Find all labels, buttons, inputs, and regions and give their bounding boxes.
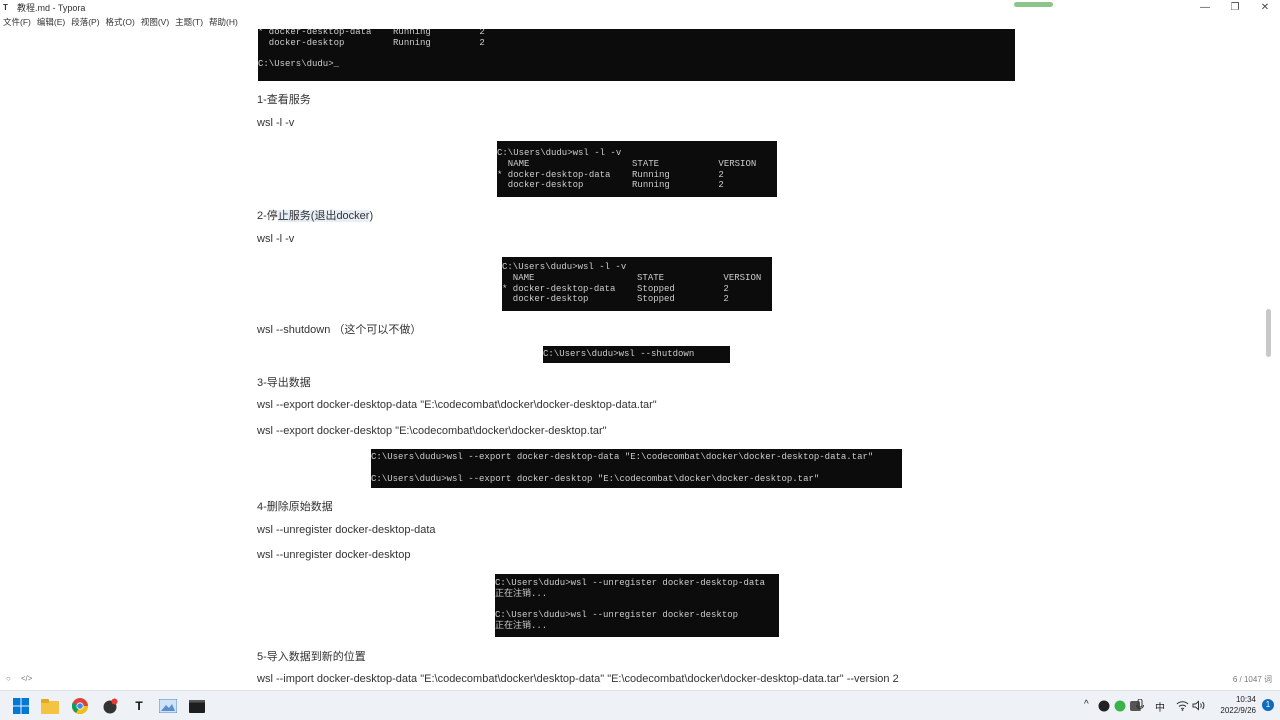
terminal-screenshot-list-stopped: C:\Users\dudu>wsl -l -v NAME STATE VERSI…: [502, 257, 772, 311]
terminal-screenshot-export: C:\Users\dudu>wsl --export docker-deskto…: [371, 449, 902, 488]
command-export-desktop: wsl --export docker-desktop "E:\codecomb…: [257, 425, 607, 437]
menu-file[interactable]: 文件(F): [0, 15, 34, 29]
microphone-icon[interactable]: [1136, 698, 1144, 715]
heading-stop-suffix: ): [369, 210, 374, 222]
tray-wechat-icon[interactable]: [1114, 700, 1126, 715]
menu-help[interactable]: 帮助(H): [206, 15, 241, 29]
close-button[interactable]: ✕: [1250, 0, 1280, 15]
photos-icon[interactable]: [158, 696, 178, 716]
window-title: 教程.md - Typora: [17, 3, 86, 13]
volume-icon[interactable]: [1192, 700, 1205, 714]
editor-document[interactable]: * docker-desktop-data Running 2 docker-d…: [0, 29, 1272, 687]
app-icon[interactable]: [100, 696, 120, 716]
title-progress-indicator: [1014, 2, 1053, 7]
terminal-icon[interactable]: [187, 696, 207, 716]
menu-bar: 文件(F) 编辑(E) 段落(P) 格式(O) 视图(V) 主题(T) 帮助(H…: [0, 15, 241, 29]
menu-theme[interactable]: 主题(T): [172, 15, 206, 29]
wifi-icon[interactable]: [1176, 700, 1189, 714]
file-explorer-icon[interactable]: [40, 696, 60, 716]
title-bar: T 教程.md - Typora — ❐ ✕: [0, 0, 1280, 15]
typora-app-icon: T: [3, 3, 8, 12]
clock-time: 10:34: [1235, 695, 1256, 704]
menu-edit[interactable]: 编辑(E): [34, 15, 68, 29]
menu-view[interactable]: 视图(V): [138, 15, 172, 29]
command-list-2: wsl -l -v: [257, 233, 295, 245]
vertical-scrollbar[interactable]: [1266, 309, 1271, 357]
typora-icon[interactable]: T: [129, 696, 149, 716]
sidebar-toggle-icon[interactable]: ○: [6, 674, 11, 683]
menu-format[interactable]: 格式(O): [103, 15, 138, 29]
terminal-screenshot-shutdown: C:\Users\dudu>wsl --shutdown: [543, 346, 730, 363]
command-unregister-desktop: wsl --unregister docker-desktop: [257, 549, 411, 561]
terminal-screenshot-unregister: C:\Users\dudu>wsl --unregister docker-de…: [495, 574, 779, 637]
command-export-data: wsl --export docker-desktop-data "E:\cod…: [257, 399, 657, 411]
system-clock[interactable]: 10:34 2022/9/26: [1220, 694, 1256, 716]
restore-button[interactable]: ❐: [1220, 0, 1250, 15]
terminal-screenshot-status: * docker-desktop-data Running 2 docker-d…: [258, 29, 1015, 81]
source-mode-icon[interactable]: </>: [21, 674, 33, 683]
terminal-screenshot-list-running: C:\Users\dudu>wsl -l -v NAME STATE VERSI…: [497, 141, 777, 197]
heading-delete-data: 4-删除原始数据: [257, 501, 333, 513]
chrome-icon[interactable]: [70, 696, 90, 716]
minimize-button[interactable]: —: [1190, 0, 1220, 15]
heading-import-data: 5-导入数据到新的位置: [257, 651, 366, 663]
heading-export-data: 3-导出数据: [257, 377, 311, 389]
heading-check-service: 1-查看服务: [257, 94, 311, 106]
heading-stop-service: 2-停止服务(退出docker): [257, 207, 373, 223]
ime-indicator[interactable]: 中: [1155, 699, 1165, 714]
menu-paragraph[interactable]: 段落(P): [68, 15, 102, 29]
notification-badge[interactable]: 1: [1262, 699, 1274, 711]
heading-stop-prefix: 2-停: [257, 210, 278, 222]
command-shutdown: wsl --shutdown （这个可以不做）: [257, 324, 422, 336]
clock-date: 2022/9/26: [1220, 706, 1256, 715]
taskbar: T ^ 中 10:34 2022/9/26 1: [0, 690, 1280, 720]
windows-start-icon[interactable]: [11, 696, 31, 716]
status-bar: ○ </> 6 / 1047 词: [0, 672, 1280, 687]
highlighted-text: 止服务(退出docker: [277, 210, 370, 222]
command-unregister-data: wsl --unregister docker-desktop-data: [257, 524, 436, 536]
tray-app-icon[interactable]: [1098, 700, 1110, 715]
tray-overflow-chevron-icon[interactable]: ^: [1084, 699, 1089, 710]
command-list-1: wsl -l -v: [257, 117, 295, 129]
word-count[interactable]: 6 / 1047 词: [1233, 674, 1272, 685]
